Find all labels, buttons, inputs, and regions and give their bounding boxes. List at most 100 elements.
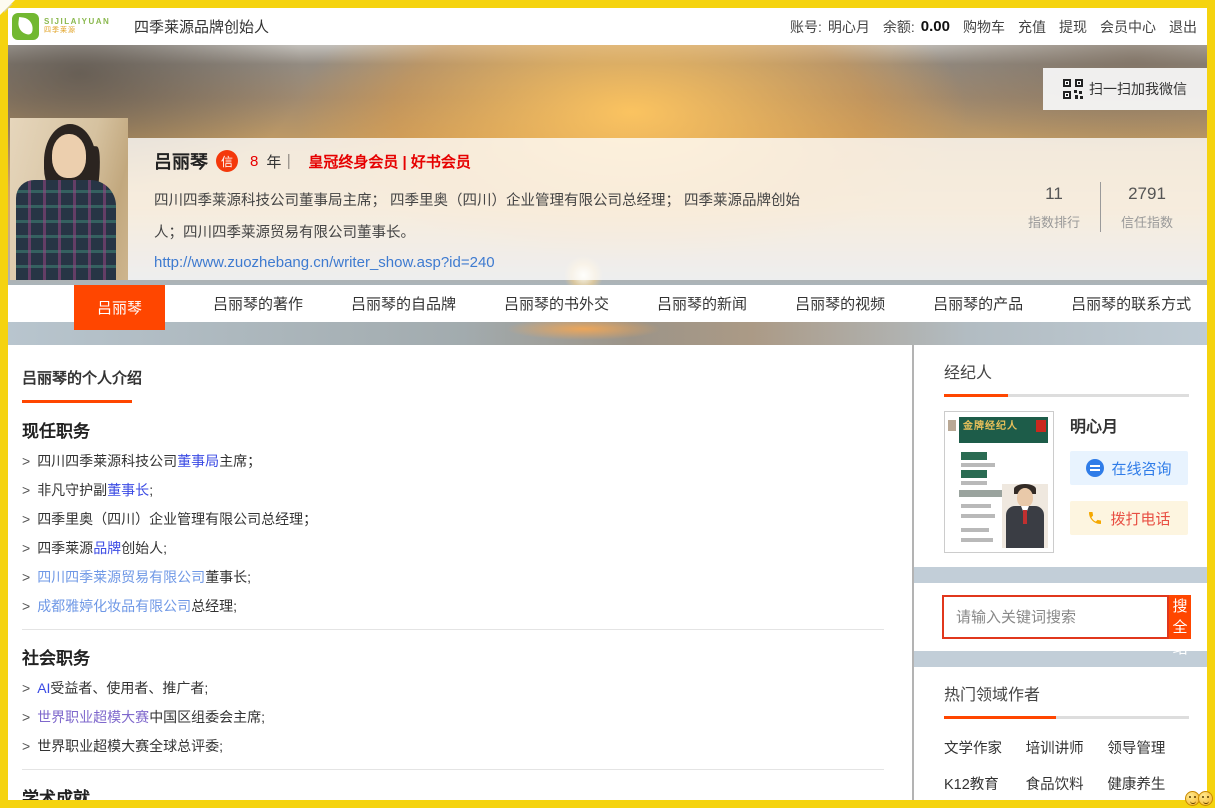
inline-text: ; — [149, 482, 153, 498]
member-center-link[interactable]: 会员中心 — [1100, 17, 1156, 37]
balance-value: 0.00 — [921, 18, 950, 35]
hot-authors-heading: 热门领域作者 — [944, 681, 1189, 705]
trust-value: 2791 — [1101, 184, 1193, 204]
inline-link[interactable]: 董事长 — [107, 482, 149, 498]
page-title: 四季莱源品牌创始人 — [134, 16, 269, 37]
list-item: > 四川四季莱源科技公司董事局主席； — [22, 447, 884, 476]
search-site-button[interactable]: 搜全站 — [1169, 595, 1191, 639]
chat-bubble-icon — [1086, 459, 1104, 477]
tab-book-diplomacy[interactable]: 吕丽琴的书外交 — [504, 293, 609, 314]
withdraw-link[interactable]: 提现 — [1059, 17, 1087, 37]
list-item: > 世界职业超模大赛中国区组委会主席; — [22, 703, 884, 732]
inline-text: 世界职业超模大赛全球总评委; — [37, 738, 223, 754]
hot-author-tags: 文学作家 培训讲师 领导管理 K12教育 食品饮料 健康养生 市场营销 服务文旅… — [944, 737, 1189, 800]
call-phone-button[interactable]: 拨打电话 — [1070, 501, 1188, 535]
list-item: >四季莱源品牌创始人; — [22, 534, 884, 563]
tag-food[interactable]: 食品饮料 — [1026, 773, 1108, 794]
trust-stat: 2791 信任指数 — [1101, 184, 1193, 231]
inline-link[interactable]: 品牌 — [93, 540, 121, 556]
top-bar: SIJILAIYUAN 四季莱源 四季莱源品牌创始人 账号: 明心月 余额: 0… — [8, 8, 1207, 45]
site-logo[interactable]: SIJILAIYUAN 四季莱源 — [12, 13, 122, 40]
list-item: >AI受益者、使用者、推广者; — [22, 674, 884, 703]
bullet: > — [22, 709, 30, 725]
account-bar: 账号: 明心月 余额: 0.00 购物车 充值 提现 会员中心 退出 — [790, 17, 1197, 37]
inline-link[interactable]: AI — [37, 680, 50, 696]
tab-profile[interactable]: 吕丽琴 — [74, 285, 165, 330]
profile-info-panel: 吕丽琴 信 8 年｜ 皇冠终身会员 | 好书会员 四川四季莱源科技公司董事局主席… — [128, 138, 1207, 280]
bullet: > — [22, 598, 30, 614]
intro-sections: 现任职务>四川四季莱源科技公司董事局主席；>非凡守护副董事长;>四季里奥（四川）… — [22, 403, 884, 800]
inline-text: 四川四季莱源科技公司 — [37, 453, 177, 469]
qr-label: 扫一扫加我微信 — [1089, 79, 1187, 99]
inline-text: 创始人; — [121, 540, 167, 556]
list-item: >世界职业超模大赛全球总评委; — [22, 732, 884, 761]
trust-label: 信任指数 — [1101, 212, 1193, 231]
inline-text: 董事长; — [205, 569, 251, 585]
tag-health[interactable]: 健康养生 — [1107, 773, 1189, 794]
intro-panel: 吕丽琴的个人介绍 现任职务>四川四季莱源科技公司董事局主席；>非凡守护副董事长;… — [8, 345, 912, 800]
tab-bar: 吕丽琴 吕丽琴的著作 吕丽琴的自品牌 吕丽琴的书外交 吕丽琴的新闻 吕丽琴的视频… — [8, 285, 1207, 322]
hot-authors-panel: 热门领域作者 文学作家 培训讲师 领导管理 K12教育 食品饮料 健康养生 市场… — [928, 667, 1205, 800]
tag-literature[interactable]: 文学作家 — [944, 737, 1026, 758]
inline-text: 总经理; — [191, 598, 237, 614]
inline-link[interactable]: 四川四季莱源贸易有限公司 — [37, 569, 205, 585]
tag-trainer[interactable]: 培训讲师 — [1026, 737, 1108, 758]
search-input[interactable] — [942, 595, 1169, 639]
broker-name: 明心月 — [1070, 413, 1188, 437]
corner-fold — [0, 0, 15, 15]
broker-photo — [1002, 484, 1048, 548]
broker-panel: 经纪人 金牌经纪人 — [928, 345, 1205, 567]
online-chat-button[interactable]: 在线咨询 — [1070, 451, 1188, 485]
sea-banner-strip — [8, 322, 1207, 345]
account-label: 账号: — [790, 17, 822, 37]
recharge-link[interactable]: 充值 — [1018, 17, 1046, 37]
inline-text: 非凡守护副 — [37, 482, 107, 498]
author-page-url[interactable]: http://www.zuozhebang.cn/writer_show.asp… — [154, 254, 495, 271]
author-name: 吕丽琴 — [154, 148, 208, 174]
cart-link[interactable]: 购物车 — [963, 17, 1005, 37]
section-title: 学术成就 — [22, 784, 884, 800]
bullet: > — [22, 453, 30, 469]
tab-videos[interactable]: 吕丽琴的视频 — [795, 293, 885, 314]
rank-label: 指数排行 — [1008, 212, 1100, 231]
sidebar: 经纪人 金牌经纪人 — [914, 345, 1207, 800]
logout-link[interactable]: 退出 — [1169, 17, 1197, 37]
inline-text: 四季里奥（四川）企业管理有限公司总经理； — [37, 511, 317, 527]
section-title: 社会职务 — [22, 644, 884, 669]
membership-label: 皇冠终身会员 | 好书会员 — [308, 151, 471, 172]
tag-leadership[interactable]: 领导管理 — [1107, 737, 1189, 758]
inline-link[interactable]: 董事局 — [177, 453, 219, 469]
bullet: > — [22, 569, 30, 585]
trust-badge: 信 — [216, 150, 238, 172]
tab-news[interactable]: 吕丽琴的新闻 — [657, 293, 747, 314]
smiley-icon — [1198, 791, 1213, 806]
inline-link[interactable]: 世界职业超模大赛 — [37, 709, 149, 725]
profile-photo — [10, 118, 128, 280]
inline-text: 主席； — [219, 453, 261, 469]
years-value: 8 — [250, 153, 258, 170]
rank-value: 11 — [1008, 184, 1100, 204]
wechat-qr-button[interactable]: 扫一扫加我微信 — [1043, 68, 1207, 110]
bullet: > — [22, 540, 30, 556]
inline-text: 中国区组委会主席; — [149, 709, 265, 725]
inline-link[interactable]: 成都雅婷化妆品有限公司 — [37, 598, 191, 614]
qr-code-icon — [1063, 79, 1083, 99]
tab-self-brand[interactable]: 吕丽琴的自品牌 — [351, 293, 456, 314]
brand-name-cn: 四季莱源 — [44, 27, 110, 35]
broker-poster-image[interactable]: 金牌经纪人 — [944, 411, 1054, 553]
profile-banner: 扫一扫加我微信 吕丽琴 信 8 年｜ 皇冠终身会员 | 好书会员 四川四季莱源科… — [8, 45, 1207, 285]
tab-contact[interactable]: 吕丽琴的联系方式 — [1071, 293, 1191, 314]
years-suffix: 年｜ — [266, 151, 296, 172]
bullet: > — [22, 511, 30, 527]
account-name[interactable]: 明心月 — [828, 17, 870, 37]
inline-text: 受益者、使用者、推广者; — [50, 680, 208, 696]
floating-emoji-widget[interactable] — [1187, 791, 1213, 806]
broker-heading: 经纪人 — [944, 359, 1189, 383]
tab-products[interactable]: 吕丽琴的产品 — [933, 293, 1023, 314]
intro-section: 现任职务>四川四季莱源科技公司董事局主席；>非凡守护副董事长;>四季里奥（四川）… — [22, 403, 884, 629]
tag-k12[interactable]: K12教育 — [944, 773, 1026, 794]
list-item: > 四川四季莱源贸易有限公司董事长; — [22, 563, 884, 592]
tab-works[interactable]: 吕丽琴的著作 — [213, 293, 303, 314]
intro-heading: 吕丽琴的个人介绍 — [22, 367, 884, 388]
author-description: 四川四季莱源科技公司董事局主席； 四季里奥（四川）企业管理有限公司总经理； 四季… — [154, 185, 826, 249]
